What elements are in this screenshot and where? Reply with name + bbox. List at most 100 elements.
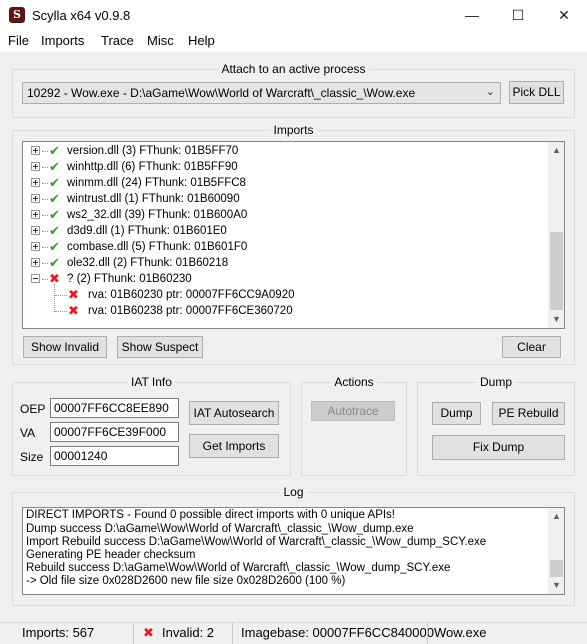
check-icon: ✔ [49,175,60,190]
status-imports: Imports: 567 [22,625,95,640]
status-module: Wow.exe [434,625,487,640]
dump-title: Dump [476,375,515,389]
tree-connector [42,167,48,168]
autotrace-button[interactable]: Autotrace [311,401,395,421]
expand-icon[interactable] [31,226,40,235]
log-line: Import Rebuild success D:\aGame\Wow\Worl… [26,536,487,548]
menu-trace[interactable]: Trace [101,33,134,48]
x-icon: ✖ [68,287,79,302]
log-line: Rebuild success D:\aGame\Wow\World of Wa… [26,562,451,574]
status-invalid: Invalid: 2 [162,625,215,640]
clear-button[interactable]: Clear [502,336,561,358]
status-imagebase: Imagebase: 00007FF6CC840000 [241,625,434,640]
tree-row-label: wintrust.dll (1) FThunk: 01B60090 [67,193,240,205]
menu-misc[interactable]: Misc [147,33,174,48]
scroll-down-icon[interactable]: ▼ [548,577,564,594]
actions-title: Actions [331,375,377,389]
va-label: VA [20,426,36,440]
expand-icon[interactable] [31,162,40,171]
tree-row-label: d3d9.dll (1) FThunk: 01B601E0 [67,225,227,237]
pick-dll-button[interactable]: Pick DLL [509,81,564,104]
imports-scrollbar[interactable]: ▲ ▼ [548,142,564,328]
fix-dump-button[interactable]: Fix Dump [432,435,565,460]
get-imports-button[interactable]: Get Imports [189,434,279,458]
size-field[interactable]: 00001240 [50,446,179,466]
check-icon: ✔ [49,159,60,174]
tree-module-row[interactable]: ✔ version.dll (3) FThunk: 01B5FF70 [23,143,543,159]
log-line: Dump success D:\aGame\Wow\World of Warcr… [26,523,414,535]
log-title: Log [280,485,307,499]
status-divider [232,623,233,644]
expand-icon[interactable] [31,210,40,219]
expand-icon[interactable] [31,258,40,267]
title-bar[interactable]: S Scylla x64 v0.9.8 — ☐ ✕ [0,0,587,30]
tree-connector [42,199,48,200]
tree-connector [42,183,48,184]
tree-import-row[interactable]: ✖ rva: 01B60238 ptr: 00007FF6CE360720 [23,303,543,319]
scroll-up-icon[interactable]: ▲ [548,142,564,159]
status-divider [427,623,428,644]
check-icon: ✔ [49,255,60,270]
menu-file[interactable]: File [8,33,29,48]
actions-group: Actions [301,375,407,476]
pe-rebuild-button[interactable]: PE Rebuild [492,402,565,425]
scroll-down-icon[interactable]: ▼ [548,311,564,328]
tree-row-label: winmm.dll (24) FThunk: 01B5FFC8 [67,177,246,189]
process-select[interactable]: 10292 - Wow.exe - D:\aGame\Wow\World of … [22,82,501,104]
log-line: DIRECT IMPORTS - Found 0 possible direct… [26,509,395,521]
oep-label: OEP [20,402,46,416]
show-invalid-button[interactable]: Show Invalid [23,336,107,358]
tree-connector [42,231,48,232]
x-icon: ✖ [68,303,79,318]
dump-button[interactable]: Dump [432,402,481,425]
show-suspect-button[interactable]: Show Suspect [117,336,203,358]
tree-import-row[interactable]: ✖ rva: 01B60230 ptr: 00007FF6CC9A0920 [23,287,543,303]
tree-row-label: ? (2) FThunk: 01B60230 [67,273,192,285]
iat-autosearch-button[interactable]: IAT Autosearch [189,401,279,425]
check-icon: ✔ [49,223,60,238]
tree-row-label: rva: 01B60230 ptr: 00007FF6CC9A0920 [88,289,295,301]
scroll-thumb[interactable] [550,232,563,310]
tree-row-label: combase.dll (5) FThunk: 01B601F0 [67,241,248,253]
tree-module-row[interactable]: ✔ winmm.dll (24) FThunk: 01B5FFC8 [23,175,543,191]
tree-module-row[interactable]: ✔ d3d9.dll (1) FThunk: 01B601E0 [23,223,543,239]
log-scrollbar[interactable]: ▲ ▼ [548,508,564,594]
tree-connector [42,247,48,248]
imports-group-title: Imports [270,123,317,137]
maximize-button[interactable]: ☐ [495,0,541,30]
dump-group: Dump [417,375,575,476]
tree-module-row[interactable]: ✔ wintrust.dll (1) FThunk: 01B60090 [23,191,543,207]
tree-module-row[interactable]: ✔ ole32.dll (2) FThunk: 01B60218 [23,255,543,271]
tree-connector [42,279,48,280]
expand-icon[interactable] [31,146,40,155]
menu-imports[interactable]: Imports [41,33,84,48]
close-button[interactable]: ✕ [541,0,587,30]
minimize-button[interactable]: — [449,0,495,30]
iat-info-title: IAT Info [128,375,175,389]
scroll-up-icon[interactable]: ▲ [548,508,564,525]
menu-help[interactable]: Help [188,33,215,48]
size-label: Size [20,450,44,464]
tree-connector [42,151,48,152]
collapse-icon[interactable] [31,274,40,283]
tree-module-row[interactable]: ✔ winhttp.dll (6) FThunk: 01B5FF90 [23,159,543,175]
tree-row-label: ole32.dll (2) FThunk: 01B60218 [67,257,229,269]
log-line: Generating PE header checksum [26,549,196,561]
expand-icon[interactable] [31,242,40,251]
imports-tree[interactable]: ✔ version.dll (3) FThunk: 01B5FF70 ✔ winhtt… [22,141,565,329]
tree-module-row[interactable]: ✔ ws2_32.dll (39) FThunk: 01B600A0 [23,207,543,223]
va-field[interactable]: 00007FF6CE39F000 [50,422,179,442]
expand-icon[interactable] [31,178,40,187]
oep-field[interactable]: 00007FF6CC8EE890 [50,398,179,418]
log-textarea[interactable]: DIRECT IMPORTS - Found 0 possible direct… [22,507,565,595]
tree-row-label: version.dll (3) FThunk: 01B5FF70 [67,145,239,157]
tree-module-row[interactable]: ✖? (2) FThunk: 01B60230 [23,271,543,287]
window-title: Scylla x64 v0.9.8 [32,8,131,23]
check-icon: ✔ [49,191,60,206]
log-line: -> Old file size 0x028D2600 new file siz… [26,575,346,587]
expand-icon[interactable] [31,194,40,203]
scroll-thumb[interactable] [550,560,563,577]
tree-row-label: ws2_32.dll (39) FThunk: 01B600A0 [67,209,248,221]
tree-connector [42,215,48,216]
tree-module-row[interactable]: ✔ combase.dll (5) FThunk: 01B601F0 [23,239,543,255]
